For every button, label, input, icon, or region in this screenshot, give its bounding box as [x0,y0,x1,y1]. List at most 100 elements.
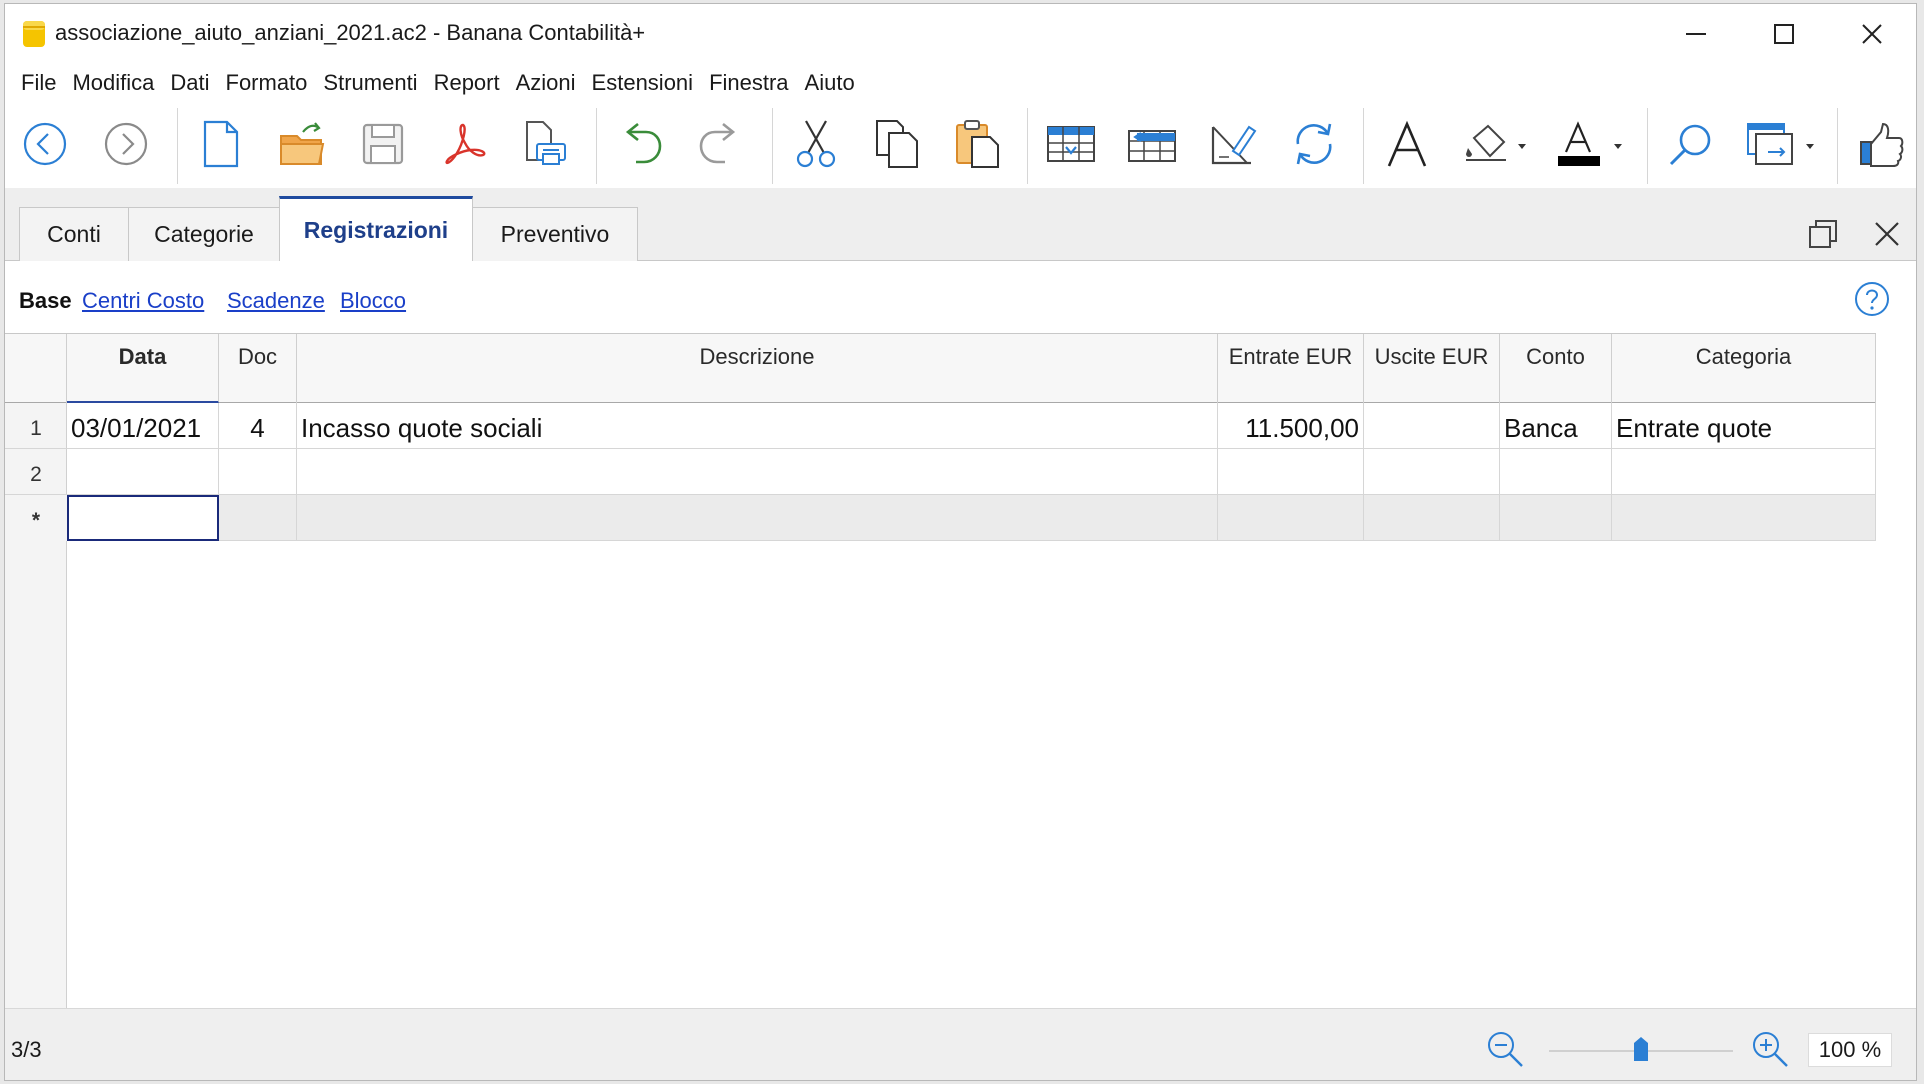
cell-categoria[interactable] [1612,495,1876,541]
zoom-slider-thumb[interactable] [1634,1037,1648,1061]
active-cell-cursor[interactable] [67,495,219,541]
zoom-out-icon[interactable] [1485,1029,1525,1069]
close-button[interactable] [1828,4,1916,64]
fill-color-icon [1466,124,1526,161]
cell-uscite[interactable] [1364,449,1500,495]
insert-row-button[interactable] [1039,112,1103,176]
cell-doc[interactable] [219,449,297,495]
forward-button[interactable] [94,112,158,176]
menu-dati[interactable]: Dati [162,70,217,96]
search-icon [1669,124,1711,166]
maximize-button[interactable] [1740,4,1828,64]
paste-button[interactable] [946,112,1010,176]
print-button[interactable] [513,112,577,176]
row-number: 2 [30,463,42,486]
redo-button[interactable] [689,112,753,176]
view-selector: Base Centri Costo Scadenze Blocco [5,261,1916,333]
header-conto[interactable]: Conto [1500,334,1612,403]
minimize-button[interactable] [1652,4,1740,64]
add-row-button[interactable] [1120,112,1184,176]
undo-button[interactable] [608,112,672,176]
toolbar-separator [772,108,773,184]
header-categoria[interactable]: Categoria [1612,334,1876,403]
cell-conto[interactable] [1500,495,1612,541]
cell-uscite[interactable] [1364,495,1500,541]
header-corner [5,334,67,403]
save-icon [362,123,404,165]
toolbar-separator [1027,108,1028,184]
save-button[interactable] [351,112,415,176]
text-color-icon [1558,121,1622,166]
menu-file[interactable]: File [13,70,64,96]
back-button[interactable] [13,112,77,176]
view-scadenze[interactable]: Scadenze [227,288,325,314]
edit-button[interactable] [1201,112,1265,176]
new-file-button[interactable] [189,112,253,176]
search-button[interactable] [1659,112,1723,176]
menu-report[interactable]: Report [426,70,508,96]
window-button[interactable] [1740,112,1824,176]
header-doc[interactable]: Doc [219,334,297,403]
minimize-icon [1686,33,1706,35]
zoom-value[interactable]: 100 % [1808,1033,1892,1067]
cell-data[interactable]: 03/01/2021 [67,403,219,449]
maximize-icon [1774,24,1794,44]
header-uscite-eur[interactable]: Uscite EUR [1364,334,1500,403]
tab-categorie[interactable]: Categorie [128,207,280,261]
status-bar: 3/3 100 % [5,1008,1916,1080]
fill-color-button[interactable] [1456,112,1536,176]
transactions-table: Data Doc Descrizione Entrate EUR Uscite … [5,333,1916,1008]
menu-modifica[interactable]: Modifica [64,70,162,96]
refresh-icon [1296,123,1332,165]
row-position: 3/3 [11,1037,42,1062]
menu-finestra[interactable]: Finestra [701,70,796,96]
cell-doc[interactable] [219,495,297,541]
copy-button[interactable] [865,112,929,176]
table-header: Data Doc Descrizione Entrate EUR Uscite … [5,333,1876,403]
cell-conto[interactable]: Banca [1500,403,1612,449]
pdf-button[interactable] [432,112,496,176]
menu-estensioni[interactable]: Estensioni [584,70,702,96]
open-file-button[interactable] [270,112,334,176]
restore-tab-button[interactable] [1805,216,1841,252]
menu-formato[interactable]: Formato [218,70,316,96]
tab-preventivo[interactable]: Preventivo [472,207,638,261]
tab-registrazioni[interactable]: Registrazioni [279,196,473,262]
view-base[interactable]: Base [19,288,72,314]
tab-conti[interactable]: Conti [19,207,129,261]
cut-button[interactable] [784,112,848,176]
open-file-icon [280,122,325,165]
font-button[interactable] [1375,112,1439,176]
cell-entrate[interactable] [1218,495,1364,541]
cell-categoria[interactable]: Entrate quote [1612,403,1876,449]
refresh-button[interactable] [1282,112,1346,176]
cell-descrizione[interactable] [297,449,1218,495]
cell-doc[interactable]: 4 [219,403,297,449]
cell-uscite[interactable] [1364,403,1500,449]
thumbs-up-button[interactable] [1849,112,1913,176]
menu-strumenti[interactable]: Strumenti [315,70,425,96]
row-number: 1 [30,417,42,440]
cell-categoria[interactable] [1612,449,1876,495]
forward-icon [104,122,148,166]
cell-entrate[interactable] [1218,449,1364,495]
cell-entrate[interactable]: 11.500,00 [1218,403,1364,449]
view-centri-costo[interactable]: Centri Costo [82,288,204,314]
header-descrizione[interactable]: Descrizione [297,334,1218,403]
toolbar [5,102,1916,188]
menu-aiuto[interactable]: Aiuto [797,70,863,96]
view-blocco[interactable]: Blocco [340,288,406,314]
window-icon [1747,123,1814,165]
undo-icon [625,122,662,164]
menu-azioni[interactable]: Azioni [508,70,584,96]
close-tab-button[interactable] [1869,216,1905,252]
text-color-button[interactable] [1552,112,1632,176]
cell-conto[interactable] [1500,449,1612,495]
header-data[interactable]: Data [67,334,219,403]
header-entrate-eur[interactable]: Entrate EUR [1218,334,1364,403]
help-icon[interactable] [1854,281,1890,317]
cell-descrizione[interactable]: Incasso quote sociali [297,403,1218,449]
cell-data[interactable] [67,449,219,495]
cell-descrizione[interactable] [297,495,1218,541]
zoom-in-icon[interactable] [1750,1029,1790,1069]
